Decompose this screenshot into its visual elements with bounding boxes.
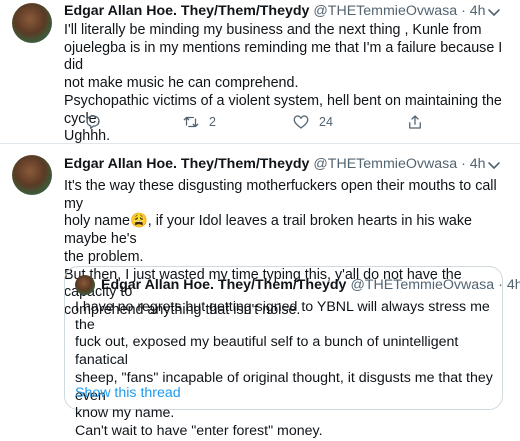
share-icon bbox=[409, 115, 421, 129]
chevron-down-icon[interactable] bbox=[486, 157, 502, 173]
tweet[interactable]: Edgar Allan Hoe. They/Them/Theydy @THETe… bbox=[0, 144, 520, 439]
timestamp[interactable]: 4h bbox=[470, 156, 486, 172]
tweet-line: Can't wait to have "enter forest" money. bbox=[75, 422, 323, 439]
tweet-actions: 2 24 bbox=[64, 113, 504, 133]
tweet-line: holy name😩, if your Idol leaves a trail … bbox=[64, 213, 472, 248]
separator: · bbox=[461, 156, 466, 172]
avatar[interactable] bbox=[12, 3, 52, 43]
quoted-tweet[interactable]: Edgar Allan Hoe. They/Them/Theydy @THETe… bbox=[64, 266, 520, 439]
author-name[interactable]: Edgar Allan Hoe. They/Them/Theydy bbox=[64, 156, 309, 172]
tweet-line: ojuelegba is in my mentions reminding me… bbox=[64, 39, 503, 74]
quoted-tweet-text: I have no regrets but getting signed to … bbox=[75, 299, 495, 441]
like-button[interactable]: 24 bbox=[292, 113, 333, 131]
show-thread-link[interactable]: Show this thread bbox=[75, 385, 181, 401]
author-name: Edgar Allan Hoe. They/Them/Theydy bbox=[101, 277, 347, 293]
avatar bbox=[75, 275, 95, 295]
tweet-line: fuck out, exposed my beautiful self to a… bbox=[75, 334, 459, 369]
author-name[interactable]: Edgar Allan Hoe. They/Them/Theydy bbox=[64, 3, 309, 19]
separator: · bbox=[498, 277, 503, 293]
tweet-line: the problem. bbox=[64, 248, 144, 265]
share-button[interactable] bbox=[406, 113, 424, 131]
tweet-line: not make music he can comprehend. bbox=[64, 75, 299, 92]
author-handle: @THETemmieOvwasa bbox=[350, 277, 495, 293]
timestamp[interactable]: 4h bbox=[470, 3, 486, 19]
tweet-header: Edgar Allan Hoe. They/Them/Theydy @THETe… bbox=[64, 3, 486, 19]
retweet-count: 2 bbox=[209, 115, 216, 129]
tweet-line: I'll literally be minding my business an… bbox=[64, 22, 482, 38]
like-count: 24 bbox=[319, 115, 333, 129]
retweet-button[interactable]: 2 bbox=[182, 113, 216, 131]
quoted-tweet-header: Edgar Allan Hoe. They/Them/Theydy @THETe… bbox=[75, 275, 520, 295]
tweet-line: I have no regrets but getting signed to … bbox=[75, 299, 490, 333]
reply-button[interactable] bbox=[84, 113, 102, 131]
separator: · bbox=[461, 3, 466, 19]
tweet-line: know my name. bbox=[75, 405, 175, 422]
author-handle[interactable]: @THETemmieOvwasa bbox=[313, 3, 457, 19]
tweet[interactable]: Edgar Allan Hoe. They/Them/Theydy @THETe… bbox=[0, 0, 520, 144]
retweet-icon bbox=[183, 116, 199, 128]
timestamp: 4h bbox=[506, 277, 520, 293]
reply-icon bbox=[86, 115, 100, 130]
avatar[interactable] bbox=[12, 155, 52, 195]
author-handle[interactable]: @THETemmieOvwasa bbox=[313, 156, 457, 172]
tweet-line: It's the way these disgusting motherfuck… bbox=[64, 178, 497, 212]
like-icon bbox=[293, 115, 309, 129]
chevron-down-icon[interactable] bbox=[486, 4, 502, 20]
tweet-header: Edgar Allan Hoe. They/Them/Theydy @THETe… bbox=[64, 156, 486, 172]
